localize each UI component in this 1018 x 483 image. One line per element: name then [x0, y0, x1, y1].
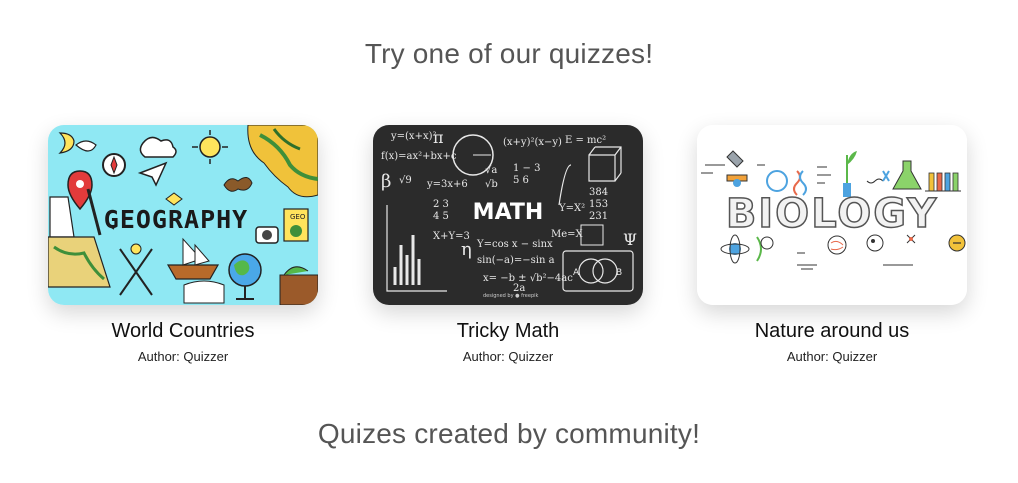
- svg-text:Me=X: Me=X: [551, 229, 584, 240]
- quiz-card-title[interactable]: Nature around us: [697, 319, 967, 343]
- svg-text:1 − 3: 1 − 3: [513, 163, 540, 174]
- svg-text:384: 384: [589, 187, 608, 198]
- svg-text:x= −b ± √b²−4ac: x= −b ± √b²−4ac: [483, 273, 573, 284]
- svg-text:y=3x+6: y=3x+6: [426, 179, 468, 190]
- svg-text:153: 153: [589, 199, 608, 210]
- quiz-card-image[interactable]: GEOGRAPHY GEO: [48, 125, 318, 305]
- svg-text:y=(x+x)²: y=(x+x)²: [390, 131, 437, 142]
- svg-text:η: η: [461, 239, 472, 260]
- svg-text:2 3: 2 3: [433, 199, 449, 210]
- svg-text:sin(−a)=−sin a: sin(−a)=−sin a: [477, 255, 555, 266]
- svg-text:√b: √b: [485, 179, 498, 190]
- svg-text:Y=X²: Y=X²: [558, 203, 585, 214]
- quiz-card-image[interactable]: BIOLOGY: [697, 125, 967, 305]
- biology-image-text: BIOLOGY: [726, 191, 938, 237]
- svg-text:√a: √a: [485, 165, 497, 176]
- svg-text:(x+y)²(x−y): (x+y)²(x−y): [503, 137, 562, 148]
- quiz-card-tricky-math[interactable]: y=(x+x)² π f(x)=ax²+bx+c (x+y)²(x−y) E =…: [373, 125, 643, 365]
- geography-illustration: GEOGRAPHY GEO: [48, 125, 318, 305]
- quiz-home-page: Try one of our quizzes! GEOGRAPHY GEO Wo…: [0, 0, 1018, 483]
- svg-text:GEO: GEO: [290, 213, 306, 221]
- quiz-card-nature-around-us[interactable]: BIOLOGY Nature around us Author: Quizzer: [697, 125, 967, 365]
- quiz-card-author: Author: Quizzer: [462, 349, 554, 364]
- svg-text:π: π: [433, 128, 444, 147]
- math-image-text: MATH: [473, 200, 544, 225]
- svg-text:A: A: [573, 268, 580, 278]
- svg-text:β: β: [381, 171, 391, 192]
- image-credit: designed by ● freepik: [483, 293, 539, 299]
- svg-text:4 5: 4 5: [433, 211, 449, 222]
- svg-text:√9: √9: [399, 175, 412, 186]
- svg-text:5 6: 5 6: [513, 175, 529, 186]
- quiz-card-image[interactable]: y=(x+x)² π f(x)=ax²+bx+c (x+y)²(x−y) E =…: [373, 125, 643, 305]
- quiz-card-title[interactable]: World Countries: [48, 319, 318, 343]
- svg-text:E = mc²: E = mc²: [565, 135, 606, 146]
- community-quizzes-heading: Quizes created by community!: [317, 418, 701, 449]
- quiz-card-author: Author: Quizzer: [786, 349, 878, 364]
- svg-text:231: 231: [589, 211, 608, 222]
- quiz-card-title[interactable]: Tricky Math: [373, 319, 643, 343]
- svg-text:f(x)=ax²+bx+c: f(x)=ax²+bx+c: [381, 151, 457, 162]
- math-chalkboard-illustration: y=(x+x)² π f(x)=ax²+bx+c (x+y)²(x−y) E =…: [373, 125, 643, 305]
- featured-quizzes-heading: Try one of our quizzes!: [364, 38, 654, 69]
- quiz-card-world-countries[interactable]: GEOGRAPHY GEO World Countries Author: Qu…: [48, 125, 318, 365]
- svg-text:Y=cos x − sinx: Y=cos x − sinx: [476, 239, 553, 250]
- biology-illustration: BIOLOGY: [697, 125, 967, 305]
- svg-text:B: B: [616, 268, 622, 278]
- geography-image-text: GEOGRAPHY: [104, 205, 248, 234]
- svg-text:Ψ: Ψ: [623, 230, 637, 249]
- quiz-card-author: Author: Quizzer: [137, 349, 229, 364]
